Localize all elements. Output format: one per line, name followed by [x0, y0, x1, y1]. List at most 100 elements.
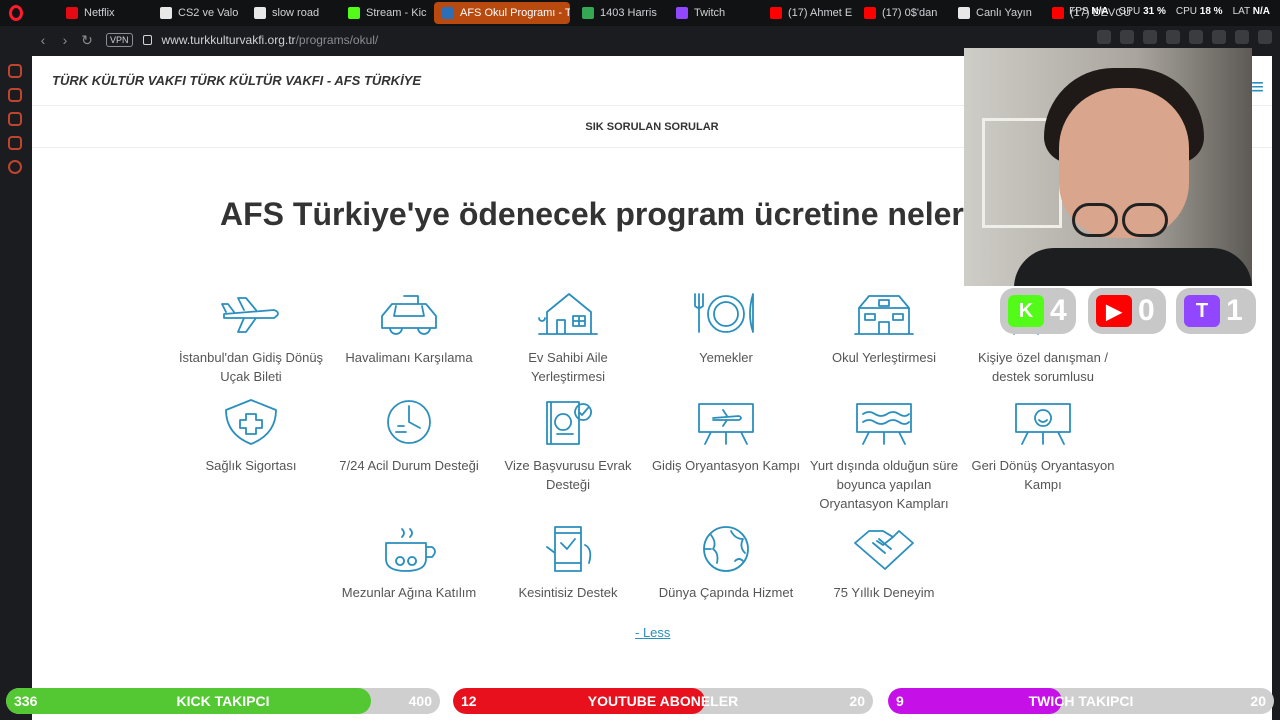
less-link[interactable]: - Less [635, 625, 670, 640]
tab-8[interactable]: (17) 0$'dan [856, 2, 946, 24]
tab-label: (17) Ahmet E [788, 7, 852, 19]
glasses-right [1122, 203, 1168, 237]
feature-label: Okul Yerleştirmesi [831, 350, 937, 365]
tab-label: Twitch [694, 7, 726, 19]
feature-item: Ev Sahibi Aile Yerleştirmesi [493, 288, 643, 386]
reload-icon[interactable]: ↻ [76, 32, 98, 49]
sidebar-history-icon[interactable] [8, 160, 22, 174]
back-icon[interactable]: ‹ [32, 32, 54, 48]
twitch-goal-max: 20 [1250, 693, 1266, 709]
extension-icon[interactable] [1097, 30, 1111, 44]
tab-5[interactable]: 1403 Harris [574, 2, 664, 24]
mug-icon [374, 523, 444, 573]
tab-label: AFS Okul Programı - T [460, 7, 570, 19]
faq-link[interactable]: SIK SORULAN SORULAR [585, 121, 718, 133]
tab-label: CS2 ve Valo [178, 7, 239, 19]
twitch-goal-bar: 9 TWICH TAKIPCI 20 [888, 688, 1274, 714]
feature-item: Sağlık Sigortası [176, 396, 326, 475]
globe-icon [691, 523, 761, 573]
browser-sidebar [0, 54, 30, 720]
tab-favicon-icon [348, 7, 360, 19]
feature-label: Ev Sahibi Aile Yerleştirmesi [528, 350, 608, 384]
extension-icon[interactable] [1143, 30, 1157, 44]
tab-bar: Netflix CS2 ve Valo slow road Stream - Kic A… [0, 0, 1280, 26]
extension-icon[interactable] [1120, 30, 1134, 44]
vpn-badge[interactable]: VPN [106, 33, 133, 47]
feature-label: Kişiye özel danışman / destek sorumlusu [977, 350, 1109, 384]
url-field[interactable]: www.turkkulturvakfi.org.tr/programs/okul… [162, 33, 379, 47]
forward-icon[interactable]: › [54, 32, 76, 48]
tab-2[interactable]: slow road [246, 2, 336, 24]
feature-item: Vize Başvurusu Evrak Desteği [493, 396, 643, 494]
feature-item: 7/24 Acil Durum Desteği [334, 396, 484, 475]
tab-favicon-icon [1052, 7, 1064, 19]
kick-goal-max: 400 [408, 693, 432, 709]
kick-logo-icon: K [1008, 295, 1044, 327]
hamburger-menu-icon[interactable]: ≡ [1251, 74, 1264, 100]
tab-label: Canlı Yayın [976, 7, 1032, 19]
tab-favicon-icon [770, 7, 782, 19]
board-face-icon [1008, 396, 1078, 446]
sidebar-m-icon[interactable] [8, 136, 22, 150]
twitch-counter: T1 [1176, 288, 1256, 334]
tab-7[interactable]: (17) Ahmet E [762, 2, 852, 24]
youtube-goal-max: 20 [849, 693, 865, 709]
tab-1[interactable]: CS2 ve Valo [152, 2, 242, 24]
glasses-left [1072, 203, 1118, 237]
youtube-count: 0 [1138, 294, 1155, 327]
clock-24-icon [374, 396, 444, 446]
sidebar-bookmarks-icon[interactable] [8, 88, 22, 102]
airplane-icon [216, 288, 286, 338]
feature-label: Dünya Çapında Hizmet [658, 585, 794, 600]
phone-icon [533, 523, 603, 573]
tab-list: Netflix CS2 ve Valo slow road Stream - Kic A… [58, 2, 1134, 24]
download-icon[interactable] [1235, 30, 1249, 44]
feature-item: Mezunlar Ağına Katılım [334, 523, 484, 602]
feature-label: Yemekler [699, 350, 753, 365]
feature-label: Gidiş Oryantasyon Kampı [651, 458, 801, 473]
page-heading: AFS Türkiye'ye ödenecek program ücretine… [220, 196, 993, 232]
tab-4[interactable]: AFS Okul Programı - T [434, 2, 570, 24]
tab-3[interactable]: Stream - Kic [340, 2, 430, 24]
feature-item: Dünya Çapında Hizmet [651, 523, 801, 602]
twitch-goal-title: TWICH TAKIPCI [1028, 693, 1134, 709]
youtube-goal-bar: 12 YOUTUBE ABONELER 20 [453, 688, 873, 714]
tab-favicon-icon [582, 7, 594, 19]
kick-count: 4 [1050, 294, 1067, 327]
tab-0[interactable]: Netflix [58, 2, 148, 24]
extension-icon[interactable] [1189, 30, 1203, 44]
feature-item: 75 Yıllık Deneyim [809, 523, 959, 602]
tab-favicon-icon [254, 7, 266, 19]
feature-label: Geri Dönüş Oryantasyon Kampı [971, 458, 1115, 492]
feature-label: 7/24 Acil Durum Desteği [339, 458, 479, 473]
menu-icon[interactable] [1258, 30, 1272, 44]
feature-item: Yurt dışında olduğun süre boyunca yapıla… [809, 396, 959, 513]
feature-label: Kesintisiz Destek [518, 585, 618, 600]
extension-icon[interactable] [1166, 30, 1180, 44]
sidebar-news-icon[interactable] [8, 112, 22, 126]
tab-favicon-icon [864, 7, 876, 19]
tab-label: (17) 0$'dan [882, 7, 938, 19]
opera-logo-icon[interactable] [0, 0, 32, 26]
youtube-counter: ▶ 0 [1088, 288, 1166, 334]
site-brand[interactable]: TÜRK KÜLTÜR VAKFI TÜRK KÜLTÜR VAKFI - AF… [52, 73, 421, 88]
tab-label: 1403 Harris [600, 7, 657, 19]
tab-9[interactable]: Canlı Yayın [950, 2, 1040, 24]
tab-favicon-icon [442, 7, 454, 19]
tab-favicon-icon [676, 7, 688, 19]
passport-icon [533, 396, 603, 446]
tab-label: Stream - Kic [366, 7, 427, 19]
webcam-overlay [964, 48, 1252, 286]
feature-item: Yemekler [651, 288, 801, 367]
house-icon [533, 288, 603, 338]
avatar[interactable] [1212, 30, 1226, 44]
handshake-icon [849, 523, 919, 573]
tab-6[interactable]: Twitch [668, 2, 758, 24]
performance-stats: FPS N/A GPU 31 % CPU 18 % LAT N/A [1069, 6, 1270, 17]
lock-icon [142, 35, 152, 45]
feature-label: 75 Yıllık Deneyim [833, 585, 935, 600]
tab-label: slow road [272, 7, 320, 19]
tab-favicon-icon [958, 7, 970, 19]
feature-item: Geri Dönüş Oryantasyon Kampı [968, 396, 1118, 494]
sidebar-speed-dial-icon[interactable] [8, 64, 22, 78]
